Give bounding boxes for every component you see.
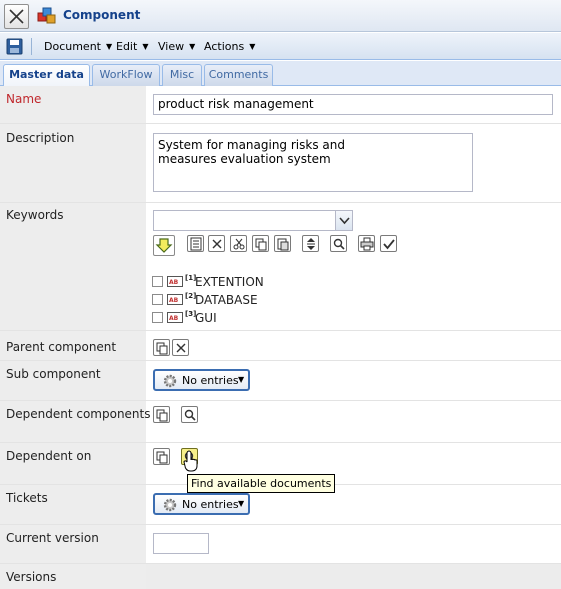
close-x-icon (212, 239, 222, 249)
hand-cursor-icon (183, 450, 198, 472)
keyword-combo[interactable] (153, 210, 353, 231)
menu-document[interactable]: Document ▼ (44, 40, 112, 53)
parent-remove-button[interactable] (172, 339, 189, 356)
sub-component-button-label: No entries (182, 374, 239, 387)
dependent-components-select-button[interactable] (153, 406, 170, 423)
menu-view[interactable]: View ▼ (158, 40, 195, 53)
accept-button[interactable] (380, 235, 397, 252)
description-label: Description (6, 131, 75, 145)
chevron-down-icon (339, 217, 350, 225)
window-title-bar: Component (0, 0, 561, 32)
dependent-components-search-button[interactable] (181, 406, 198, 423)
list-icon (190, 237, 202, 251)
tab-master-data[interactable]: Master data (3, 64, 90, 87)
dependent-on-label: Dependent on (6, 449, 92, 463)
list-button[interactable] (187, 235, 204, 252)
parent-component-label: Parent component (6, 340, 117, 354)
dependent-on-select-button[interactable] (153, 448, 170, 465)
svg-text:AB: AB (169, 315, 179, 322)
close-x-icon (176, 343, 186, 353)
close-button[interactable] (4, 4, 29, 29)
search-button[interactable] (330, 235, 347, 252)
keyword-text: EXTENTION (195, 275, 264, 289)
cut-button[interactable] (230, 235, 247, 252)
sub-component-label: Sub component (6, 367, 101, 381)
keyword-text: DATABASE (195, 293, 258, 307)
sort-button[interactable] (302, 235, 319, 252)
gear-icon (163, 374, 177, 388)
svg-text:AB: AB (169, 279, 179, 286)
keyword-checkbox[interactable] (152, 312, 163, 323)
remove-button[interactable] (208, 235, 225, 252)
text-field-icon: AB (167, 276, 183, 287)
sub-component-button[interactable]: No entries ▼ (153, 369, 250, 391)
copy-icon (156, 342, 168, 355)
component-cubes-icon (37, 7, 56, 24)
keyword-text: GUI (195, 311, 217, 325)
text-field-icon: AB (167, 312, 183, 323)
menu-edit[interactable]: Edit ▼ (116, 40, 148, 53)
copy-icon (156, 451, 168, 464)
tab-misc[interactable]: Misc (162, 64, 202, 86)
row-divider (0, 123, 561, 124)
name-label: Name (6, 92, 42, 106)
chevron-down-icon: ▼ (106, 42, 113, 51)
row-divider (0, 524, 561, 525)
print-icon (360, 237, 374, 251)
description-field[interactable]: System for managing risks and measures e… (153, 133, 473, 192)
svg-text:AB: AB (169, 297, 179, 304)
text-field-icon: AB (167, 294, 183, 305)
toolbar-separator (31, 38, 32, 55)
tab-strip: Master data WorkFlow Misc Comments (0, 61, 561, 87)
keyword-checkbox[interactable] (152, 276, 163, 287)
row-divider (0, 442, 561, 443)
tab-workflow[interactable]: WorkFlow (92, 64, 160, 86)
save-disk-icon[interactable] (6, 38, 23, 55)
row-divider (0, 360, 561, 361)
chevron-down-icon: ▼ (249, 42, 256, 51)
parent-select-button[interactable] (153, 339, 170, 356)
paste-button[interactable] (274, 235, 291, 252)
tooltip: Find available documents (187, 474, 336, 493)
master-data-form: Name product risk management Description… (0, 86, 561, 589)
sort-icon (307, 238, 315, 250)
copy-button[interactable] (252, 235, 269, 252)
search-icon (184, 409, 196, 421)
copy-icon (156, 409, 168, 422)
gear-icon (163, 498, 177, 512)
name-field[interactable]: product risk management (153, 94, 553, 115)
window-title: Component (63, 8, 141, 22)
menu-actions[interactable]: Actions ▼ (204, 40, 255, 53)
dependent-components-label: Dependent components (6, 407, 151, 421)
chevron-down-icon: ▼ (238, 375, 245, 384)
search-icon (333, 238, 345, 250)
chevron-down-icon: ▼ (142, 42, 149, 51)
add-keyword-button[interactable] (153, 235, 175, 256)
paste-icon (277, 238, 289, 251)
arrow-down-icon (155, 238, 173, 253)
keywords-label: Keywords (6, 208, 64, 222)
row-divider (0, 202, 561, 203)
row-divider (0, 330, 561, 331)
keyword-checkbox[interactable] (152, 294, 163, 305)
tab-comments[interactable]: Comments (204, 64, 273, 86)
close-x-icon (9, 9, 24, 24)
row-divider (0, 400, 561, 401)
current-version-field[interactable] (153, 533, 209, 554)
combo-trigger[interactable] (335, 211, 352, 230)
toolbar: Document ▼ Edit ▼ View ▼ Actions ▼ (0, 33, 561, 60)
tickets-label: Tickets (6, 491, 48, 505)
chevron-down-icon: ▼ (238, 499, 245, 508)
tickets-button[interactable]: No entries ▼ (153, 493, 250, 515)
versions-row (146, 564, 561, 589)
tickets-button-label: No entries (182, 498, 239, 511)
label-column (0, 86, 146, 589)
chevron-down-icon: ▼ (189, 42, 196, 51)
versions-label: Versions (6, 570, 57, 584)
print-button[interactable] (358, 235, 375, 252)
scissors-icon (233, 238, 245, 250)
checkmark-icon (383, 239, 395, 250)
current-version-label: Current version (6, 531, 99, 545)
copy-icon (255, 238, 267, 251)
